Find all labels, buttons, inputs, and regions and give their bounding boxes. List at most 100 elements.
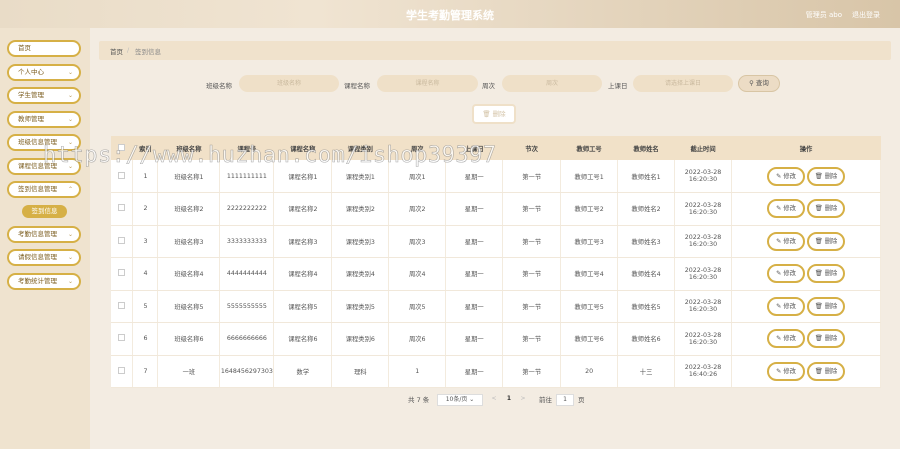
row-checkbox[interactable] [118, 269, 126, 277]
search-button[interactable]: ⚲ 查询 [738, 75, 780, 92]
table-cell: 星期一 [445, 290, 504, 323]
table-cell: 班级名称4 [157, 257, 221, 291]
table-row[interactable]: 7 一班 1648456297303 数学 理科 1 星期一 第一节 20 十三 2022-03-2… [111, 355, 881, 388]
delete-label: 删除 [824, 237, 838, 245]
delete-button[interactable]: 🗑 删除 [807, 296, 845, 316]
table-cell: 4444444444 [219, 257, 275, 291]
batch-delete-button[interactable]: 🗑 删除 [472, 104, 516, 124]
row-select-cell[interactable] [111, 192, 134, 226]
table-cell: 一班 [157, 355, 221, 388]
row-select-cell[interactable] [111, 290, 134, 323]
row-checkbox[interactable] [118, 236, 126, 244]
column-header: 截止时间 [674, 136, 732, 160]
sidebar-item-label: 教师管理 [18, 115, 44, 123]
table-cell: 教师姓名3 [617, 225, 676, 258]
delete-button[interactable]: 🗑 删除 [807, 361, 845, 381]
row-select-cell[interactable] [111, 257, 134, 291]
sidebar-item-label: 首页 [18, 44, 31, 52]
edit-button[interactable]: ✎ 修改 [767, 166, 805, 186]
edit-button[interactable]: ✎ 修改 [767, 296, 805, 316]
table-cell: 星期一 [445, 192, 504, 226]
row-select-cell[interactable] [111, 355, 134, 388]
row-actions: ✎ 修改 🗑 删除 [731, 192, 881, 226]
table-cell: 周次6 [388, 322, 447, 356]
sidebar-item-label: 考勤统计管理 [18, 277, 57, 285]
page-size-value: 10条/页 [445, 396, 468, 403]
sidebar-item-label: 考勤信息管理 [18, 230, 57, 238]
table-cell: 第一节 [502, 355, 562, 388]
edit-button[interactable]: ✎ 修改 [767, 329, 805, 349]
current-user[interactable]: 管理员 abo [806, 10, 842, 20]
row-checkbox[interactable] [118, 301, 126, 309]
week-input[interactable]: 周次 [502, 75, 602, 92]
chevron-down-icon: ⌄ [67, 69, 73, 76]
logout-link[interactable]: 退出登录 [852, 10, 880, 20]
edit-button[interactable]: ✎ 修改 [767, 199, 805, 219]
table-cell: 星期一 [445, 322, 504, 356]
sidebar-item-students[interactable]: 学生管理 ⌄ [7, 87, 81, 104]
delete-button[interactable]: 🗑 删除 [807, 264, 845, 284]
class-name-input[interactable]: 班级名称 [239, 75, 339, 92]
app-title: 学生考勤管理系统 [406, 9, 494, 22]
sidebar-item-stats[interactable]: 考勤统计管理 ⌄ [7, 273, 81, 290]
trash-icon: 🗑 [814, 172, 823, 180]
delete-label: 删除 [824, 205, 838, 213]
watermark-text: https://www.huzhan.com/ishop39397 [43, 143, 497, 169]
table-cell: 课程类别4 [331, 257, 390, 291]
sidebar-item-signin-info[interactable]: 签到信息管理 ⌃ [7, 181, 81, 198]
class-day-select[interactable]: 请选择上课日 [633, 75, 733, 92]
sidebar-item-label: 请假信息管理 [18, 253, 57, 261]
table-row[interactable]: 5 班级名称5 5555555555 课程名称5 课程类别5 周次5 星期一 第一节 教师工号5… [111, 290, 881, 323]
table-cell: 第一节 [502, 290, 562, 323]
next-page-button[interactable]: > [517, 394, 529, 406]
prev-page-button[interactable]: < [488, 394, 500, 406]
table-cell: 2022-03-28 16:20:30 [674, 192, 733, 226]
delete-label: 删除 [824, 367, 838, 375]
table-cell: 周次4 [388, 257, 447, 291]
page-size-select[interactable]: 10条/页 ⌄ [437, 394, 483, 406]
edit-label: 修改 [783, 335, 796, 343]
table-cell: 5 [132, 290, 159, 323]
row-checkbox[interactable] [118, 171, 126, 179]
row-checkbox[interactable] [118, 334, 126, 342]
table-cell: 教师工号5 [560, 290, 619, 323]
edit-button[interactable]: ✎ 修改 [767, 264, 805, 284]
table-row[interactable]: 2 班级名称2 2222222222 课程名称2 课程类别2 周次2 星期一 第一节 教师工号2… [111, 192, 881, 226]
sidebar: 首页 个人中心 ⌄ 学生管理 ⌄ 教师管理 ⌄ 班级信息管理 ⌄ 课程信息管理 ⌄ 签到信… [0, 28, 90, 449]
edit-button[interactable]: ✎ 修改 [767, 231, 805, 251]
row-checkbox[interactable] [118, 366, 126, 374]
table-cell: 第一节 [502, 322, 562, 356]
delete-button[interactable]: 🗑 删除 [807, 231, 845, 251]
sidebar-item-teachers[interactable]: 教师管理 ⌄ [7, 111, 81, 128]
table-cell: 7 [132, 355, 159, 388]
goto-page-input[interactable]: 1 [556, 394, 574, 406]
table-row[interactable]: 4 班级名称4 4444444444 课程名称4 课程类别4 周次4 星期一 第一节 教师工号4… [111, 257, 881, 291]
row-select-cell[interactable] [111, 225, 134, 258]
sidebar-item-attendance[interactable]: 考勤信息管理 ⌄ [7, 226, 81, 243]
signin-table: 索引 班级名称 课程号 课程名称 课程类别 周次 上课日 节次 教师工号 教师姓名 截止时间 操作 1… [111, 136, 881, 388]
delete-button[interactable]: 🗑 删除 [807, 166, 845, 186]
trash-icon: 🗑 [814, 270, 823, 278]
chevron-down-icon: ⌄ [67, 231, 73, 238]
breadcrumb-separator: / [127, 46, 130, 54]
sidebar-item-home[interactable]: 首页 [7, 40, 81, 57]
table-cell: 2022-03-28 16:20:30 [674, 322, 733, 356]
row-select-cell[interactable] [111, 322, 134, 356]
breadcrumb-home[interactable]: 首页 [110, 46, 123, 56]
edit-icon: ✎ [776, 335, 782, 343]
row-checkbox[interactable] [118, 204, 126, 212]
delete-button[interactable]: 🗑 删除 [807, 329, 845, 349]
table-cell: 3 [132, 225, 159, 258]
sidebar-subitem-signin[interactable]: 签到信息 [22, 205, 67, 218]
chevron-down-icon: ⌄ [67, 254, 73, 261]
table-cell: 课程名称3 [273, 225, 333, 258]
current-page[interactable]: 1 [502, 394, 516, 406]
course-name-input[interactable]: 课程名称 [377, 75, 478, 92]
sidebar-item-leave[interactable]: 请假信息管理 ⌄ [7, 249, 81, 266]
table-row[interactable]: 6 班级名称6 6666666666 课程名称6 课程类别6 周次6 星期一 第一节 教师工号6… [111, 322, 881, 356]
column-header: 节次 [502, 136, 561, 160]
table-row[interactable]: 3 班级名称3 3333333333 课程名称3 课程类别3 周次3 星期一 第一节 教师工号3… [111, 225, 881, 258]
edit-button[interactable]: ✎ 修改 [767, 361, 805, 381]
delete-button[interactable]: 🗑 删除 [807, 199, 845, 219]
sidebar-item-personal[interactable]: 个人中心 ⌄ [7, 64, 81, 81]
